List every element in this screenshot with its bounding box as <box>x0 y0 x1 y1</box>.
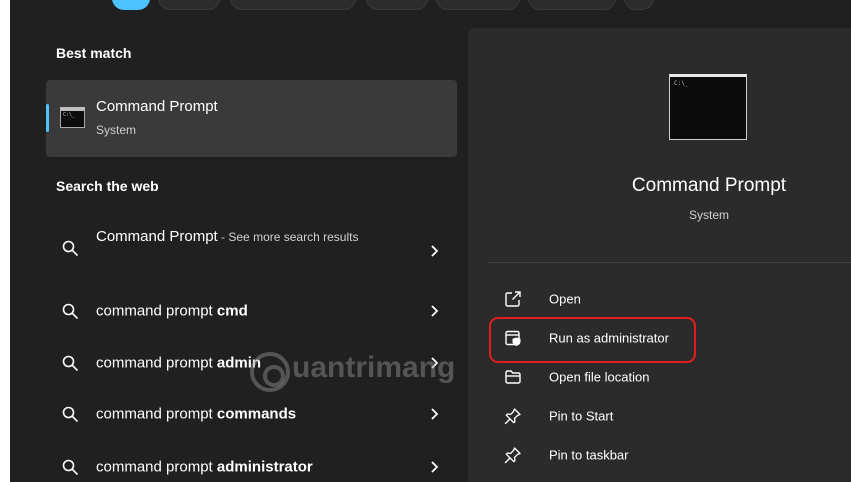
filter-tab-folders[interactable] <box>528 0 616 10</box>
filter-tab-more[interactable] <box>624 0 654 10</box>
action-pin-to-start[interactable]: Pin to Start <box>504 401 804 431</box>
web-result-prefix: command prompt <box>96 405 217 423</box>
web-result-prefix: command prompt <box>96 354 217 372</box>
divider <box>489 262 851 263</box>
details-app-name: Command Prompt <box>631 175 787 196</box>
open-icon <box>505 291 521 307</box>
web-result-text: command prompt commands <box>96 406 296 423</box>
best-match-heading: Best match <box>56 45 132 61</box>
details-app-type: System <box>688 208 729 222</box>
web-result-suggestion: administrator <box>216 458 313 476</box>
web-result-suggestion: commands <box>216 405 297 423</box>
best-match-item[interactable]: C:\_ Command Prompt System <box>46 80 457 157</box>
windows-search-window: Best match C:\_ Command Prompt System Se… <box>10 0 851 482</box>
web-result-prefix: command prompt <box>96 302 217 320</box>
best-match-name: Command Prompt <box>96 98 218 115</box>
search-icon <box>62 240 78 256</box>
chevron-right-icon <box>431 357 439 369</box>
search-icon <box>62 459 78 475</box>
web-result-text: command prompt administrator <box>96 459 313 476</box>
web-result-prefix: command prompt <box>96 458 217 476</box>
web-result-item[interactable]: command prompt admin <box>56 343 441 383</box>
action-label: Pin to Start <box>549 408 614 424</box>
search-icon <box>62 406 78 422</box>
highlight-annotation <box>489 317 696 363</box>
selection-indicator <box>46 104 49 132</box>
pin-icon <box>504 408 521 425</box>
action-pin-to-taskbar[interactable]: Pin to taskbar <box>504 440 804 470</box>
web-result-item[interactable]: command prompt administrator <box>56 447 441 482</box>
web-result-item[interactable]: Command Prompt - See more search results <box>56 224 441 278</box>
web-result-item[interactable]: command prompt cmd <box>56 291 441 331</box>
command-prompt-large-icon: C:\_ <box>669 74 747 140</box>
action-label: Open <box>549 291 581 307</box>
action-label: Open file location <box>549 369 650 385</box>
web-result-suggestion: admin <box>216 354 262 372</box>
search-web-heading: Search the web <box>56 178 159 194</box>
folder-icon <box>505 370 521 384</box>
search-icon <box>62 303 78 319</box>
command-prompt-icon: C:\_ <box>60 107 85 128</box>
web-result-text: command prompt admin <box>96 355 261 372</box>
chevron-right-icon <box>431 245 439 257</box>
web-result-text: command prompt cmd <box>96 303 248 320</box>
web-result-hint: - See more search results <box>217 230 359 244</box>
chevron-right-icon <box>431 408 439 420</box>
chevron-right-icon <box>431 305 439 317</box>
details-pane: C:\_ Command Prompt System Open Run as a… <box>468 28 851 482</box>
best-match-type: System <box>96 123 137 137</box>
action-open-file-location[interactable]: Open file location <box>504 362 804 392</box>
web-result-query: Command Prompt <box>96 228 218 245</box>
search-icon <box>62 355 78 371</box>
web-result-suggestion: cmd <box>216 302 248 320</box>
web-result-text: Command Prompt - See more search results <box>96 228 396 246</box>
web-result-item[interactable]: command prompt commands <box>56 394 441 434</box>
pin-icon <box>504 447 521 464</box>
results-pane: Best match C:\_ Command Prompt System Se… <box>10 0 468 482</box>
chevron-right-icon <box>431 461 439 473</box>
action-label: Pin to taskbar <box>549 447 629 463</box>
action-open[interactable]: Open <box>504 284 804 314</box>
